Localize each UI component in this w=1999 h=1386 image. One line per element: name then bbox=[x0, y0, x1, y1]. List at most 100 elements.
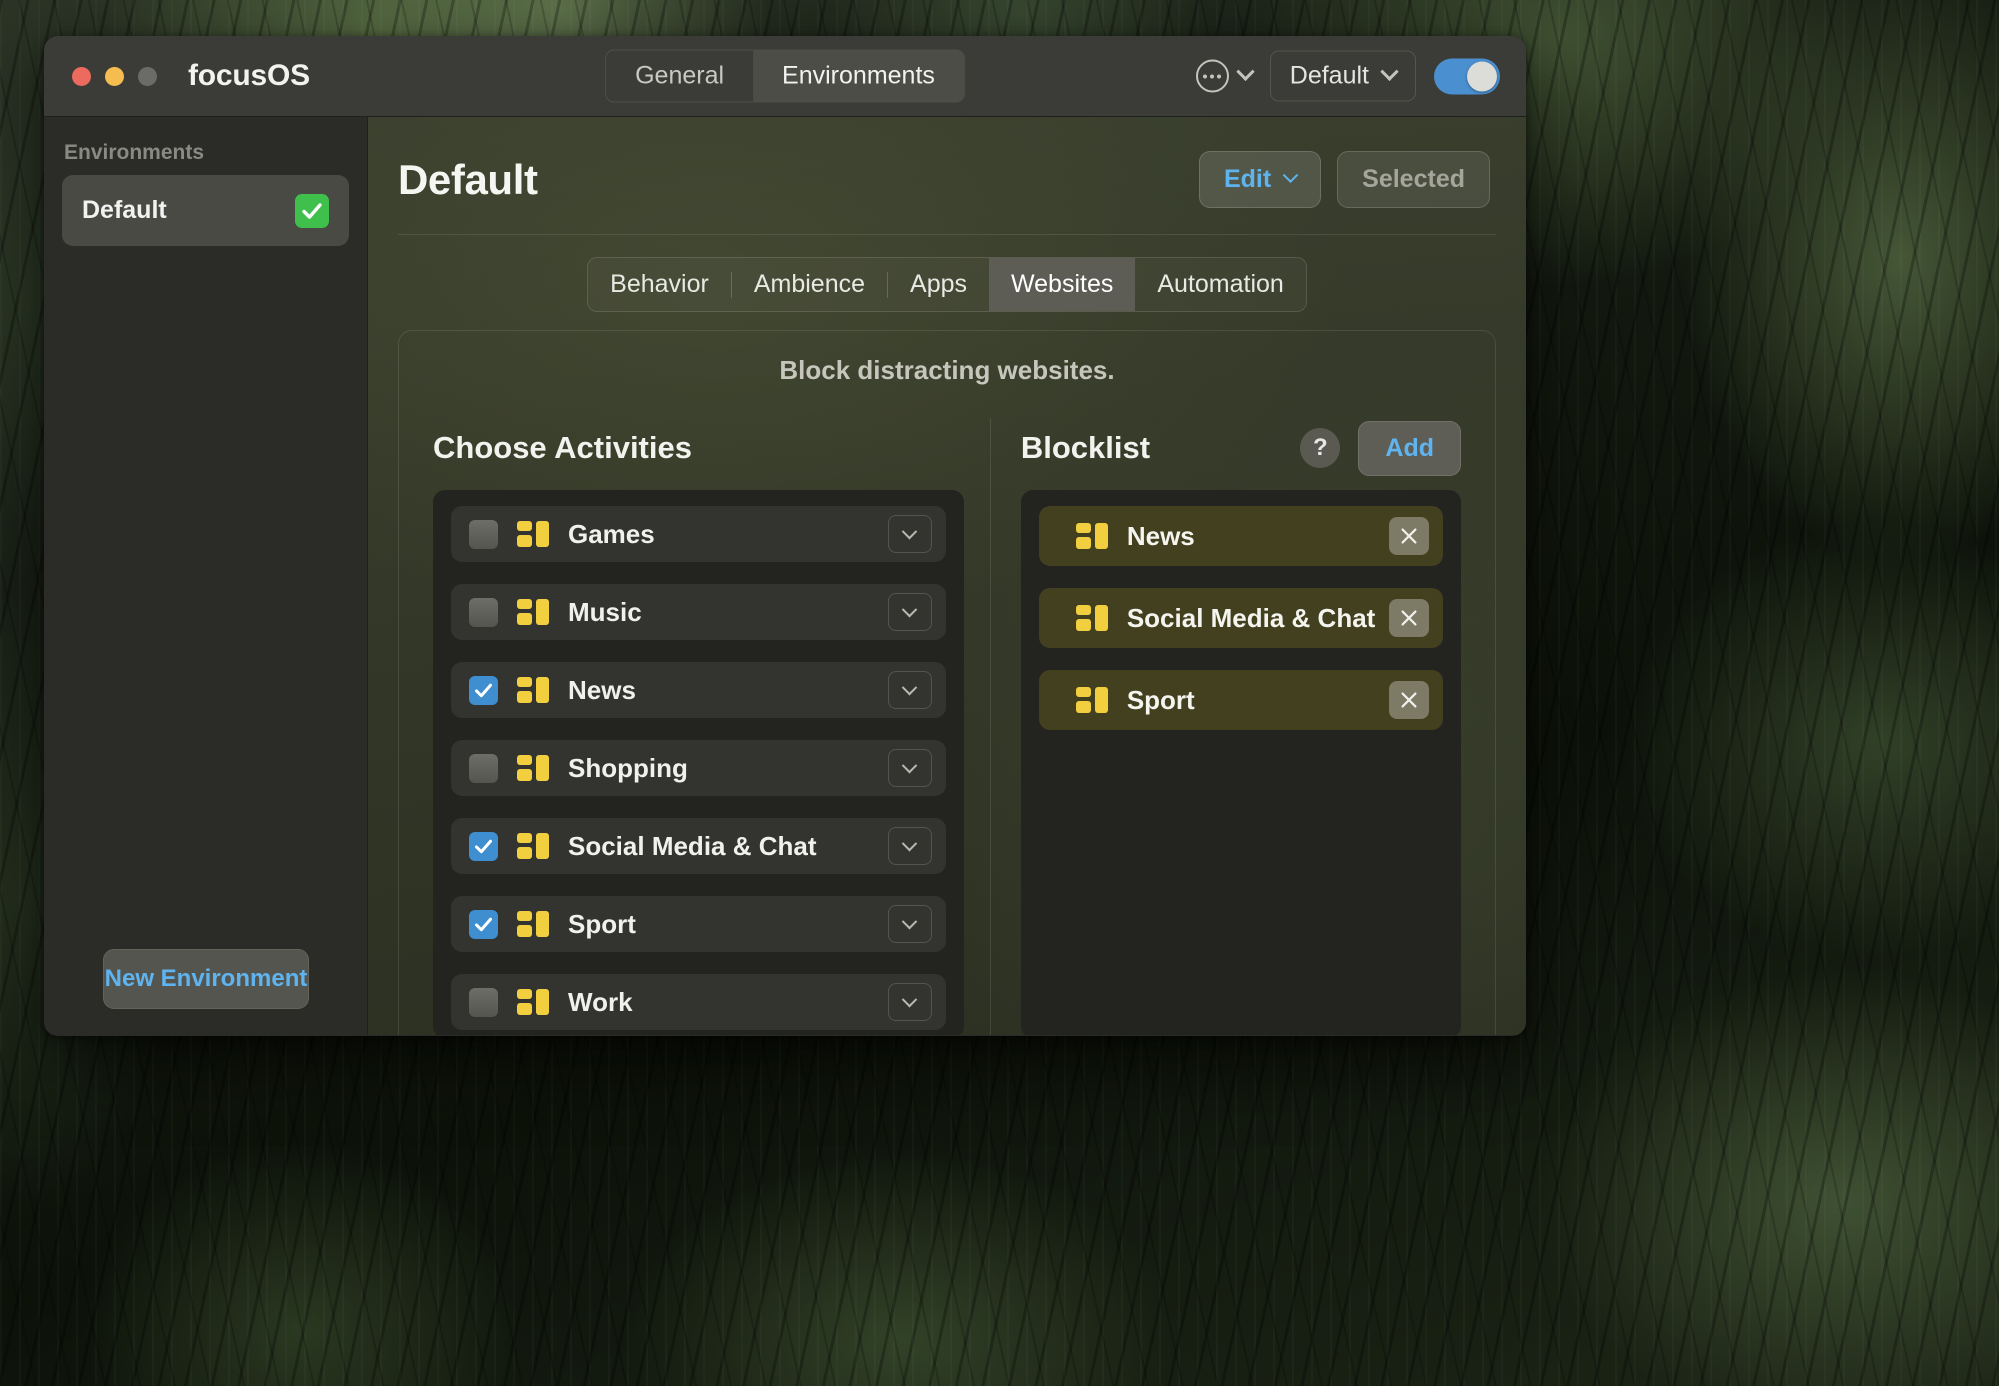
tab-websites[interactable]: Websites bbox=[989, 258, 1136, 311]
blocklist-label: Sport bbox=[1126, 684, 1195, 715]
chevron-down-icon bbox=[1282, 167, 1299, 184]
selected-button[interactable]: Selected bbox=[1337, 151, 1490, 208]
inner-tab-bar: Behavior Ambience Apps Websites Automati… bbox=[587, 257, 1307, 312]
activity-category-icon bbox=[517, 755, 549, 781]
main-header: Default Edit Selected bbox=[368, 117, 1526, 208]
choose-activities-column: Choose Activities Games Music News Shopping… bbox=[399, 418, 991, 1035]
close-button[interactable] bbox=[72, 66, 91, 86]
check-icon bbox=[295, 193, 329, 228]
activity-category-icon bbox=[517, 677, 549, 703]
expand-chevron-icon[interactable] bbox=[887, 593, 932, 631]
activities-list: Games Music News Shopping Social Media & Cha… bbox=[433, 490, 964, 1035]
main-content: Default Edit Selected Behavior Ambience … bbox=[368, 117, 1526, 1035]
blocklist-list: News Social Media & Chat Sport bbox=[1020, 490, 1461, 1035]
circle-ellipsis-icon bbox=[1195, 59, 1229, 93]
minimize-button[interactable] bbox=[105, 66, 124, 86]
blocklist-title: Blocklist bbox=[1020, 430, 1151, 465]
blocklist-row[interactable]: News bbox=[1038, 506, 1443, 566]
sidebar: Environments Default New Environment bbox=[44, 117, 368, 1035]
activity-category-icon bbox=[517, 989, 549, 1015]
tab-automation[interactable]: Automation bbox=[1135, 258, 1305, 311]
titlebar-right-controls: Default bbox=[1195, 50, 1500, 102]
sidebar-item-label: Default bbox=[82, 196, 167, 224]
activity-checkbox[interactable] bbox=[469, 831, 498, 861]
blocklist-header: Blocklist ? Add bbox=[1021, 418, 1461, 478]
remove-icon[interactable] bbox=[1389, 599, 1429, 637]
activity-row[interactable]: Social Media & Chat bbox=[451, 818, 946, 874]
activity-row[interactable]: Shopping bbox=[451, 740, 946, 796]
profile-dropdown-value: Default bbox=[1289, 61, 1369, 90]
activity-label: Music bbox=[568, 596, 642, 627]
sidebar-header: Environments bbox=[64, 141, 205, 164]
blocklist-row[interactable]: Social Media & Chat bbox=[1038, 588, 1443, 648]
tab-ambience[interactable]: Ambience bbox=[732, 258, 887, 311]
expand-chevron-icon[interactable] bbox=[887, 749, 932, 787]
expand-chevron-icon[interactable] bbox=[887, 671, 932, 709]
more-options-menu[interactable] bbox=[1195, 59, 1255, 93]
window-body: Environments Default New Environment Def… bbox=[44, 117, 1526, 1035]
activity-label: News bbox=[568, 674, 636, 705]
inner-tabs-wrap: Behavior Ambience Apps Websites Automati… bbox=[368, 257, 1526, 312]
activity-row[interactable]: News bbox=[451, 662, 946, 718]
activity-category-icon bbox=[517, 833, 549, 859]
top-segmented-control: General Environments bbox=[605, 49, 965, 103]
activity-category-icon bbox=[517, 599, 549, 625]
page-title: Default bbox=[398, 155, 538, 203]
panel-columns: Choose Activities Games Music News Shopping… bbox=[399, 418, 1495, 1035]
blocklist-actions: ? Add bbox=[1300, 420, 1461, 476]
blocklist-category-icon bbox=[1075, 605, 1108, 631]
activity-label: Work bbox=[568, 986, 633, 1017]
header-buttons: Edit Selected bbox=[1198, 151, 1490, 208]
activity-label: Shopping bbox=[568, 752, 688, 783]
blocklist-category-icon bbox=[1075, 523, 1108, 549]
blocklist-label: News bbox=[1126, 520, 1195, 551]
blocklist-row[interactable]: Sport bbox=[1038, 670, 1443, 730]
sidebar-item-default[interactable]: Default bbox=[62, 175, 349, 246]
blocklist-label: Social Media & Chat bbox=[1126, 602, 1376, 633]
app-title: focusOS bbox=[188, 59, 310, 92]
expand-chevron-icon[interactable] bbox=[887, 515, 932, 553]
expand-chevron-icon[interactable] bbox=[887, 905, 932, 943]
activity-checkbox[interactable] bbox=[469, 597, 498, 627]
choose-activities-title: Choose Activities bbox=[433, 430, 692, 465]
activity-checkbox[interactable] bbox=[469, 675, 498, 705]
websites-panel: Block distracting websites. Choose Activ… bbox=[398, 330, 1496, 1035]
activity-checkbox[interactable] bbox=[469, 753, 498, 783]
chevron-down-icon bbox=[1236, 62, 1255, 81]
activity-checkbox[interactable] bbox=[469, 987, 498, 1017]
blocklist-column: Blocklist ? Add News Social Media & Chat S… bbox=[991, 418, 1495, 1035]
activity-checkbox[interactable] bbox=[469, 909, 498, 939]
blocklist-category-icon bbox=[1075, 687, 1108, 713]
tab-environments[interactable]: Environments bbox=[753, 50, 964, 102]
master-enable-toggle[interactable] bbox=[1434, 58, 1500, 94]
zoom-button[interactable] bbox=[138, 66, 157, 86]
remove-icon[interactable] bbox=[1389, 681, 1429, 719]
activity-label: Social Media & Chat bbox=[568, 830, 817, 861]
expand-chevron-icon[interactable] bbox=[887, 983, 932, 1021]
activity-row[interactable]: Work bbox=[451, 974, 946, 1030]
profile-dropdown[interactable]: Default bbox=[1269, 50, 1416, 102]
tab-apps[interactable]: Apps bbox=[888, 258, 989, 311]
window-titlebar: focusOS General Environments Default bbox=[44, 36, 1526, 117]
activity-row[interactable]: Music bbox=[451, 584, 946, 640]
edit-button[interactable]: Edit bbox=[1198, 151, 1322, 208]
header-divider bbox=[398, 234, 1496, 235]
tab-behavior[interactable]: Behavior bbox=[588, 258, 731, 311]
traffic-light-buttons bbox=[72, 66, 157, 86]
choose-activities-header: Choose Activities bbox=[433, 418, 964, 478]
activity-category-icon bbox=[517, 911, 549, 937]
app-window: focusOS General Environments Default Env… bbox=[44, 36, 1526, 1036]
edit-button-label: Edit bbox=[1223, 165, 1272, 193]
activity-checkbox[interactable] bbox=[469, 519, 498, 549]
chevron-down-icon bbox=[1380, 62, 1399, 81]
activity-label: Games bbox=[568, 518, 655, 549]
expand-chevron-icon[interactable] bbox=[887, 827, 932, 865]
add-button[interactable]: Add bbox=[1358, 420, 1461, 476]
tab-general[interactable]: General bbox=[606, 51, 753, 102]
remove-icon[interactable] bbox=[1389, 517, 1429, 555]
activity-row[interactable]: Sport bbox=[451, 896, 946, 952]
activity-row[interactable]: Games bbox=[451, 506, 946, 562]
help-icon[interactable]: ? bbox=[1300, 428, 1341, 468]
new-environment-button[interactable]: New Environment bbox=[103, 949, 309, 1009]
activity-category-icon bbox=[517, 521, 549, 547]
